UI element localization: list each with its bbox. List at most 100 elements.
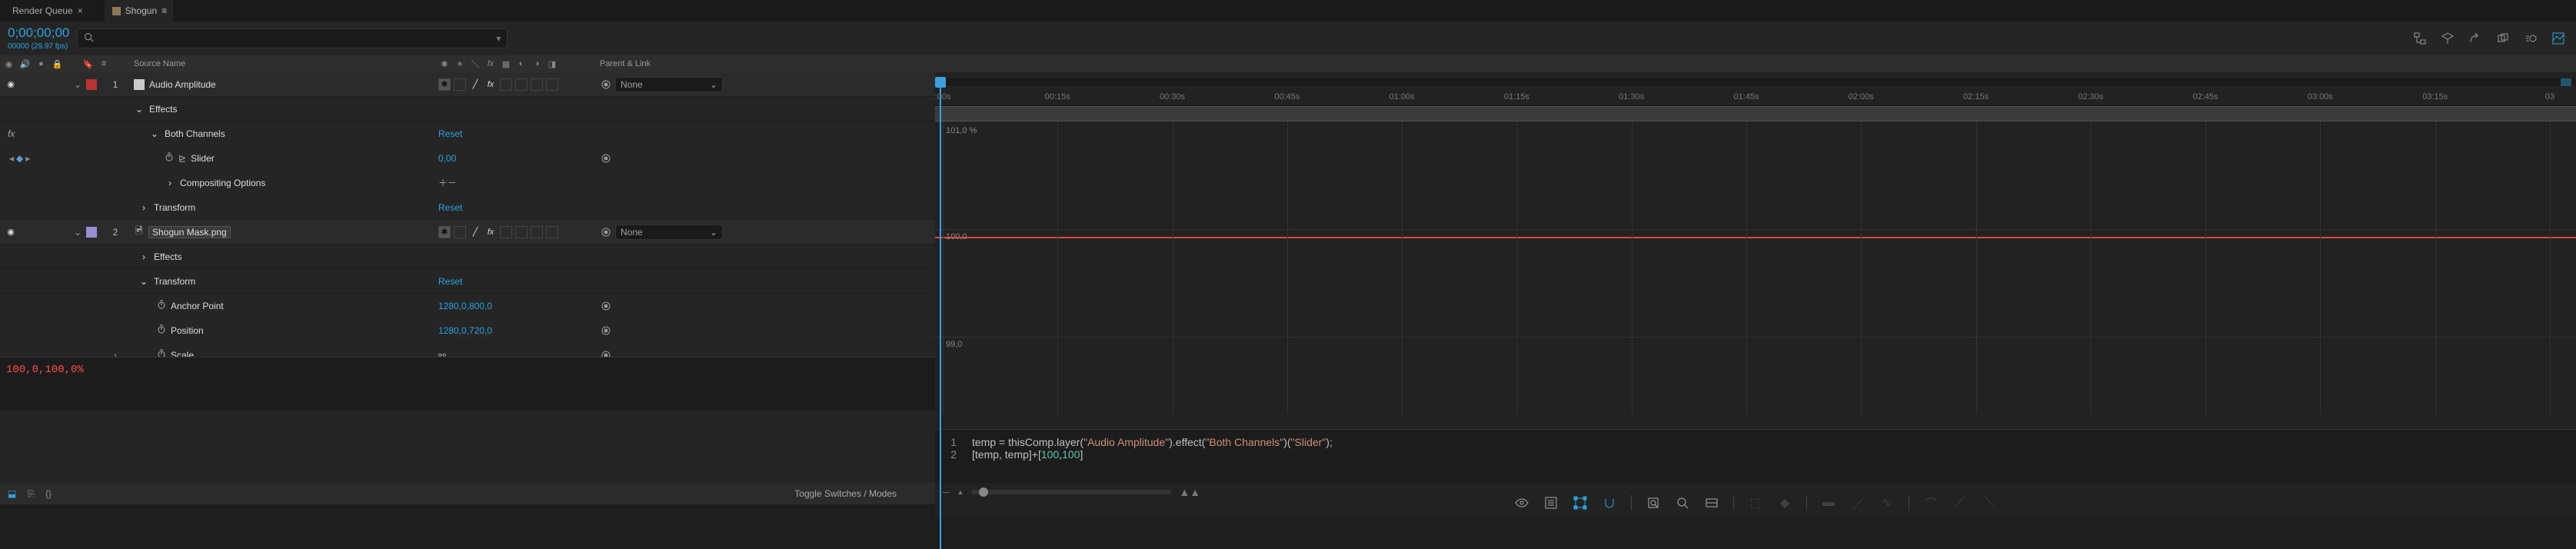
- adjust-switch[interactable]: [531, 78, 543, 91]
- label-col-icon[interactable]: 🔖: [82, 58, 94, 70]
- layer-row-2[interactable]: ◉ ⌄ 2 🖻 Shogun Mask.png ✱ ╱ fx: [0, 220, 935, 245]
- add-key-icon[interactable]: ◆: [16, 153, 23, 164]
- layer-name[interactable]: Audio Amplitude: [149, 79, 216, 90]
- col-parent[interactable]: Parent & Link: [594, 59, 755, 68]
- property-transform-l1[interactable]: ›Transform Reset: [0, 195, 935, 220]
- render-time-icon[interactable]: ⎘: [27, 488, 35, 500]
- property-effects-l2[interactable]: ›Effects: [0, 245, 935, 269]
- motionblur-switch[interactable]: [515, 78, 528, 91]
- twirl-icon[interactable]: ⌄: [149, 128, 160, 139]
- adjust-switch[interactable]: [531, 226, 543, 238]
- shy-switch[interactable]: ✱: [438, 78, 451, 91]
- fx-badge-icon[interactable]: fx: [8, 128, 15, 139]
- twirl-icon[interactable]: ›: [165, 178, 175, 188]
- frame-blend-icon[interactable]: [2493, 28, 2513, 48]
- close-icon[interactable]: ×: [78, 5, 83, 16]
- position-value[interactable]: 1280,0,720,0: [438, 325, 492, 336]
- reset-link[interactable]: Reset: [438, 202, 462, 213]
- lock-col-icon[interactable]: 🔒: [52, 58, 63, 70]
- layer-row-1[interactable]: ◉ ⌄ 1 Audio Amplitude ✱ ╱ fx: [0, 72, 935, 97]
- property-anchor-point[interactable]: Anchor Point 1280,0,800,0: [0, 294, 935, 318]
- twirl-icon[interactable]: ›: [138, 251, 149, 262]
- parent-dropdown[interactable]: None ⌄: [615, 225, 723, 240]
- label-color[interactable]: [86, 79, 97, 90]
- twirl-icon[interactable]: ›: [138, 202, 149, 213]
- tab-active-comp[interactable]: Shogun ≡: [105, 0, 173, 22]
- collapse-switch[interactable]: [454, 226, 466, 238]
- twirl-icon[interactable]: ⌄: [138, 276, 149, 287]
- timecode[interactable]: 0;00;00;00 00000 (29.97 fps): [8, 26, 69, 51]
- work-area-bar[interactable]: [935, 106, 2576, 121]
- chevron-down-icon[interactable]: ▾: [496, 33, 501, 44]
- col-number[interactable]: #: [97, 59, 134, 68]
- property-both-channels[interactable]: fx ⌄Both Channels Reset: [0, 121, 935, 146]
- shy-switch[interactable]: ✱: [438, 226, 451, 238]
- 3d-switch[interactable]: [546, 226, 558, 238]
- comp-flowchart-icon[interactable]: [2410, 28, 2430, 48]
- zoom-out-icon[interactable]: ─: [943, 487, 950, 497]
- slider-value[interactable]: 0,00: [438, 153, 456, 164]
- motion-blur-icon[interactable]: [2521, 28, 2541, 48]
- pickwhip-icon[interactable]: [600, 300, 612, 312]
- scale-value[interactable]: 100,0,100,0%: [0, 357, 935, 411]
- cti-head[interactable]: [935, 77, 946, 88]
- layer-name[interactable]: Shogun Mask.png: [149, 227, 230, 238]
- twirl-icon[interactable]: ⌄: [72, 79, 83, 90]
- twirl-icon[interactable]: ⌄: [134, 104, 145, 115]
- label-color[interactable]: [86, 227, 97, 238]
- quality-switch[interactable]: ╱: [469, 78, 481, 91]
- fx-switch[interactable]: fx: [484, 226, 497, 238]
- 3d-switch[interactable]: [546, 78, 558, 91]
- parent-dropdown[interactable]: None ⌄: [615, 77, 723, 92]
- frameblend-switch[interactable]: [500, 226, 512, 238]
- property-slider[interactable]: ◂ ◆ ▸ ⊵ Slider 0,00: [0, 146, 935, 171]
- property-effects[interactable]: ⌄Effects: [0, 97, 935, 121]
- zoom-in-icon[interactable]: ▲▲: [1179, 486, 1200, 498]
- video-col-icon[interactable]: ◉: [3, 58, 15, 70]
- search-field[interactable]: [98, 33, 491, 45]
- pickwhip-icon[interactable]: [600, 152, 612, 165]
- expression-editor[interactable]: 1 temp = thisComp.layer("Audio Amplitude…: [935, 429, 2576, 483]
- quality-switch[interactable]: ╱: [469, 226, 481, 238]
- visibility-toggle[interactable]: ◉: [5, 78, 17, 91]
- brackets-icon[interactable]: {}: [45, 488, 52, 499]
- fx-switch[interactable]: fx: [484, 78, 497, 91]
- audio-col-icon[interactable]: 🔊: [19, 58, 31, 70]
- reset-link[interactable]: Reset: [438, 276, 462, 287]
- add-comp-option[interactable]: ＋－: [438, 176, 457, 189]
- hide-shy-icon[interactable]: [2465, 28, 2485, 48]
- hamburger-icon[interactable]: ≡: [161, 5, 165, 16]
- frameblend-switch[interactable]: [500, 78, 512, 91]
- time-navigator[interactable]: [935, 78, 2576, 86]
- graph-toggle-icon[interactable]: ⊵: [178, 153, 186, 164]
- collapse-switch[interactable]: [454, 78, 466, 91]
- draft3d-icon[interactable]: [2438, 28, 2458, 48]
- col-source-name[interactable]: Source Name: [134, 59, 434, 68]
- solo-col-icon[interactable]: ●: [35, 58, 47, 70]
- prev-key-icon[interactable]: ◂: [9, 153, 14, 164]
- reset-link[interactable]: Reset: [438, 128, 462, 139]
- property-compositing[interactable]: ›Compositing Options ＋－: [0, 171, 935, 195]
- pickwhip-icon[interactable]: [600, 324, 612, 337]
- time-ruler[interactable]: :00s00:15s00:30s00:45s01:00s01:15s01:30s…: [935, 72, 2576, 106]
- search-input[interactable]: ▾: [77, 28, 508, 48]
- motionblur-switch[interactable]: [515, 226, 528, 238]
- pickwhip-icon[interactable]: [600, 226, 612, 238]
- zoom-knob[interactable]: [979, 487, 988, 497]
- pickwhip-icon[interactable]: [600, 78, 612, 91]
- work-area-end-icon[interactable]: [2561, 78, 2571, 86]
- frame-render-icon[interactable]: ⬓: [8, 488, 16, 499]
- stopwatch-icon[interactable]: [157, 324, 166, 336]
- tab-render-queue[interactable]: Render Queue ×: [5, 0, 98, 22]
- visibility-toggle[interactable]: ◉: [5, 226, 17, 238]
- property-position[interactable]: Position 1280,0,720,0: [0, 318, 935, 343]
- stopwatch-icon[interactable]: [165, 152, 174, 164]
- next-key-icon[interactable]: ▸: [25, 153, 30, 164]
- anchor-value[interactable]: 1280,0,800,0: [438, 301, 492, 311]
- graph-editor[interactable]: 101,0 % 100,0 99,0: [935, 121, 2576, 414]
- stopwatch-icon[interactable]: [157, 300, 166, 311]
- twirl-icon[interactable]: ⌄: [72, 227, 83, 238]
- property-scale[interactable]: › Scale ⚯ 100,0,100,0%: [0, 343, 935, 368]
- toggle-switches-button[interactable]: Toggle Switches / Modes: [794, 488, 897, 499]
- property-transform-l2[interactable]: ⌄Transform Reset: [0, 269, 935, 294]
